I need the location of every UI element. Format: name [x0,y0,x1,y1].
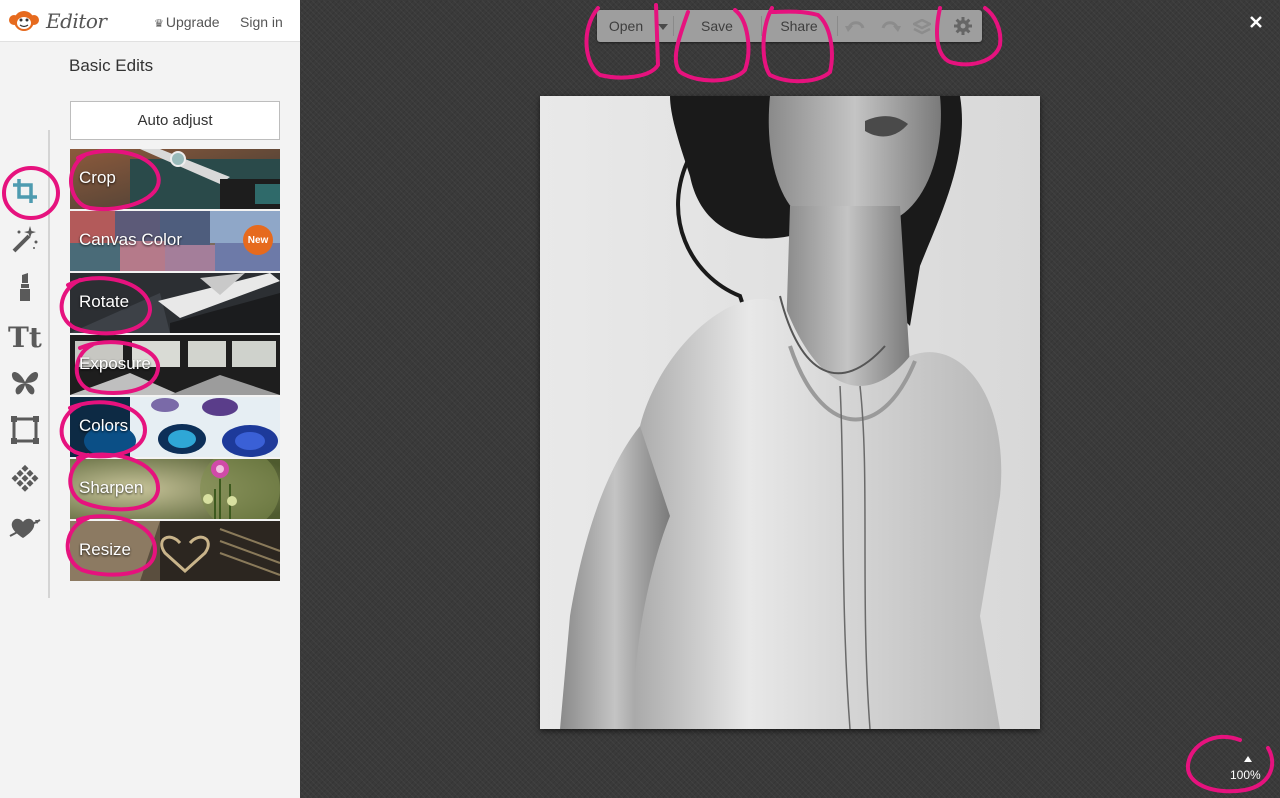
rail-touchup-button[interactable] [6,268,44,306]
rail-crop-button[interactable] [6,172,44,210]
toolbar-separator [761,16,762,36]
tool-rotate[interactable]: Rotate [70,273,280,333]
canvas-workspace: Open Save Share 100% [300,0,1280,798]
butterfly-icon [11,372,39,395]
lipstick-icon [20,273,30,301]
rail-divider [48,130,50,598]
tool-crop-label: Crop [79,168,116,187]
top-toolbar: Open Save Share [597,10,982,42]
magic-wand-icon [12,226,38,253]
tool-rotate-label: Rotate [79,292,130,311]
tool-exposure-label: Exposure [79,354,151,373]
portrait-image [540,96,1040,729]
heart-arrow-icon [9,518,41,538]
tool-canvas-color[interactable]: Canvas Color New [70,211,280,271]
tool-crop[interactable]: Crop [70,149,280,209]
rail-frames-button[interactable] [6,411,44,449]
text-icon: Tt [8,321,42,351]
upgrade-label: Upgrade [165,14,220,30]
tool-sharpen[interactable]: Sharpen [70,459,280,519]
redo-icon[interactable] [879,18,901,34]
frame-icon [11,416,39,444]
panel-title: Basic Edits [69,56,154,75]
tool-resize-label: Resize [79,540,131,559]
crown-icon: ♛ [154,18,164,30]
open-button[interactable]: Open [597,10,655,42]
layers-icon[interactable] [913,19,931,35]
monkey-logo-icon[interactable] [8,9,40,33]
top-bar: Editor ♛ Upgrade Sign in [0,0,300,42]
auto-adjust-button[interactable]: Auto adjust [70,101,280,140]
tool-sharpen-label: Sharpen [79,478,144,497]
tool-colors-label: Colors [79,416,129,435]
toolbar-separator [673,16,674,36]
undo-icon[interactable] [845,18,867,34]
side-panel: Editor ♛ Upgrade Sign in Tt Basic Edits … [0,0,300,798]
toolbar-separator [837,16,838,36]
rail-overlays-button[interactable] [6,364,44,402]
rail-text-button[interactable]: Tt [6,317,44,355]
zoom-control[interactable]: 100% [1220,752,1272,786]
sign-in-link[interactable]: Sign in [240,14,283,30]
rail-textures-button[interactable] [6,460,44,498]
tool-exposure[interactable]: Exposure [70,335,280,395]
close-icon[interactable] [1246,12,1266,32]
upgrade-link[interactable]: ♛ Upgrade [154,14,220,30]
zoom-level: 100% [1230,768,1261,782]
texture-icon [11,464,39,492]
tool-canvas-color-label: Canvas Color [79,230,182,249]
photo-canvas[interactable] [540,96,1040,729]
new-badge: New [243,225,273,255]
tool-resize[interactable]: Resize [70,521,280,581]
gear-icon[interactable] [954,17,972,35]
dropdown-arrow-icon[interactable] [658,24,668,30]
crop-icon [13,179,37,203]
tool-colors[interactable]: Colors [70,397,280,457]
share-button[interactable]: Share [769,10,829,42]
save-button[interactable]: Save [687,10,747,42]
svg-text:Tt: Tt [8,321,42,351]
chevron-up-icon [1244,756,1252,762]
app-title: Editor [46,9,107,33]
rail-effects-button[interactable] [6,220,44,258]
rail-themes-button[interactable] [6,508,44,546]
